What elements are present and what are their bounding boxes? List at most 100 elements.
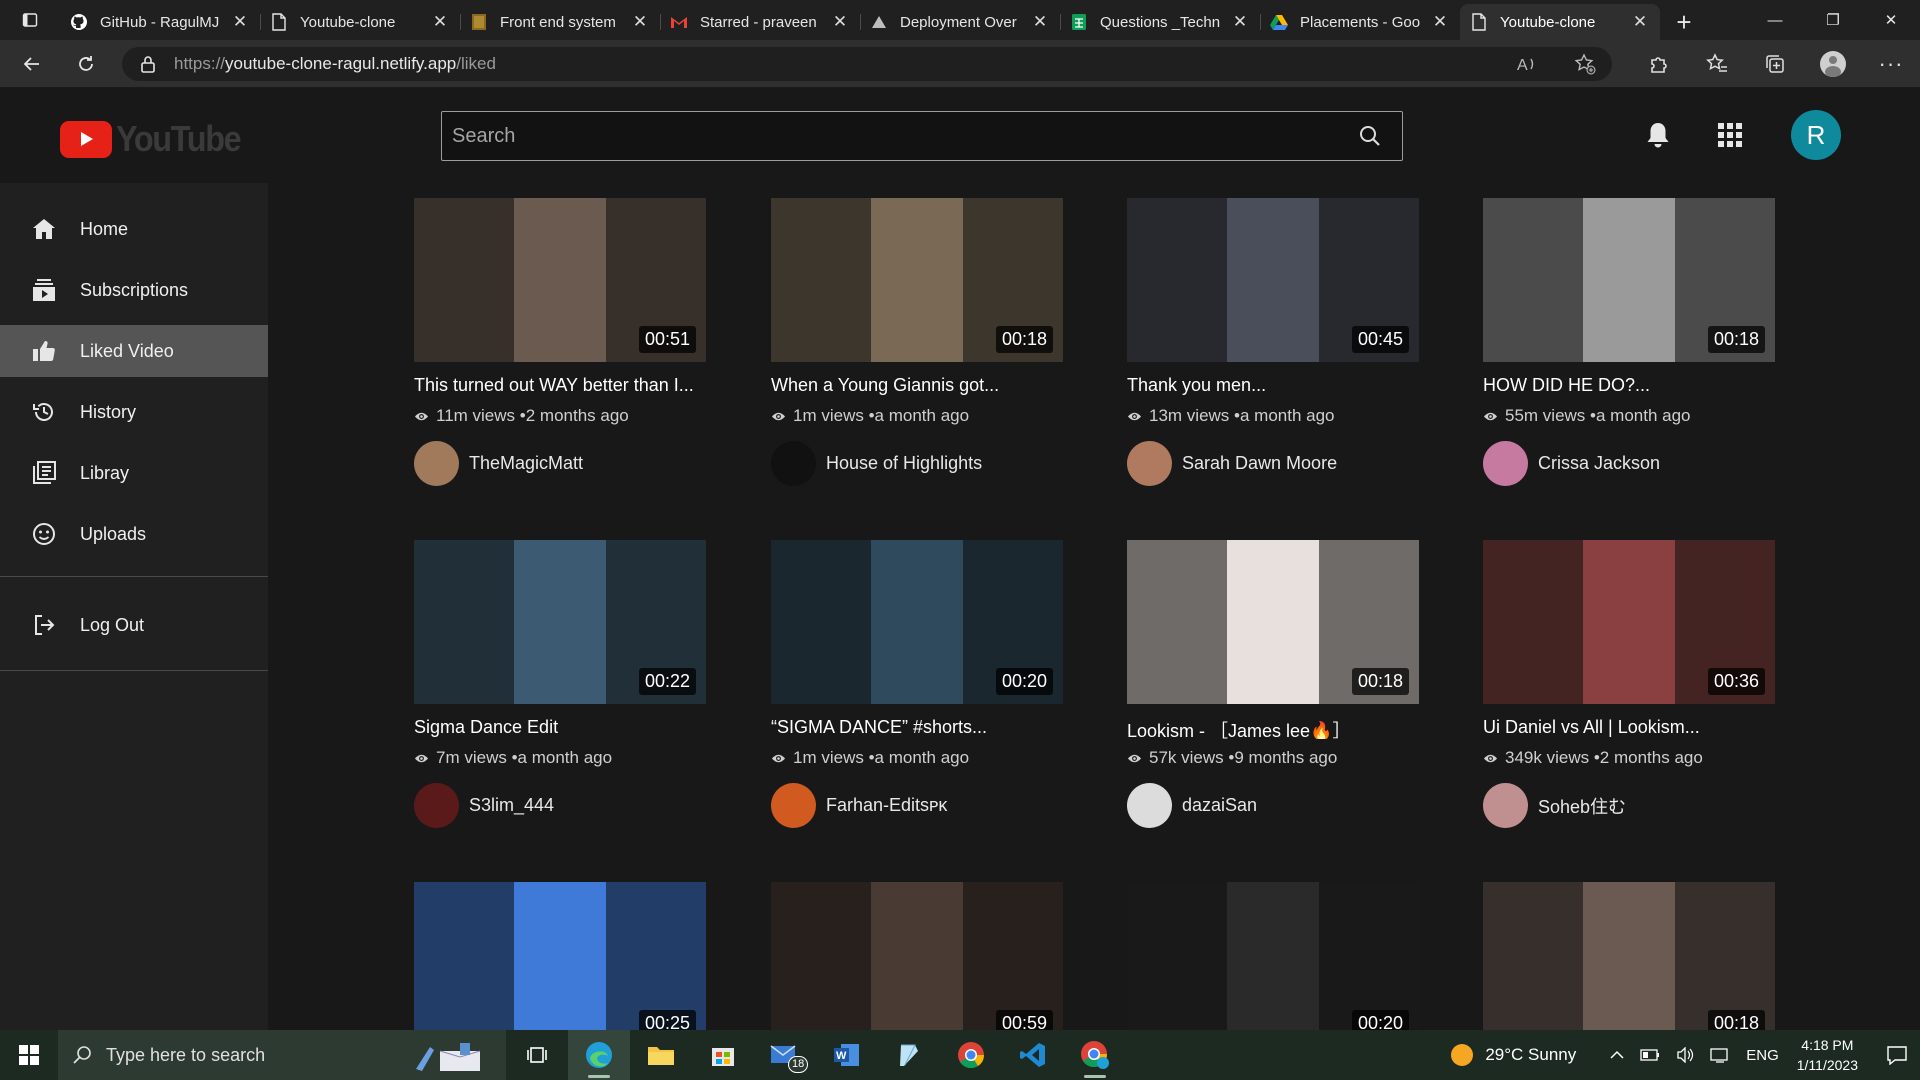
- browser-tab[interactable]: Youtube-clone ✕: [1460, 4, 1660, 40]
- video-card[interactable]: 00:45 Thank you men... 13m views •a month …: [1127, 198, 1419, 486]
- language-indicator[interactable]: ENG: [1746, 1047, 1779, 1064]
- taskbar-word[interactable]: W: [816, 1030, 878, 1080]
- channel-row[interactable]: Soheb住む: [1483, 783, 1775, 828]
- video-thumbnail[interactable]: 00:51: [414, 198, 706, 362]
- close-window-button[interactable]: ✕: [1862, 0, 1920, 40]
- browser-tab[interactable]: Starred - praveen ✕: [660, 4, 860, 40]
- apps-grid-button[interactable]: [1712, 117, 1748, 153]
- sidebar-item-liked-video[interactable]: Liked Video: [0, 325, 268, 377]
- taskbar-mail[interactable]: 18: [754, 1030, 816, 1080]
- browser-tab[interactable]: Youtube-clone ✕: [260, 4, 460, 40]
- channel-row[interactable]: TheMagicMatt: [414, 441, 706, 486]
- browser-tab[interactable]: Front end system ✕: [460, 4, 660, 40]
- tab-close-button[interactable]: ✕: [1430, 12, 1450, 32]
- back-button[interactable]: [8, 44, 56, 84]
- battery-icon[interactable]: [1640, 1049, 1660, 1061]
- extensions-button[interactable]: [1630, 53, 1688, 75]
- video-title[interactable]: When a Young Giannis got...: [771, 375, 1063, 397]
- weather-widget[interactable]: 29°C Sunny: [1451, 1044, 1576, 1066]
- video-title[interactable]: Sigma Dance Edit: [414, 717, 706, 739]
- sidebar-item-history[interactable]: History: [0, 386, 268, 438]
- channel-avatar[interactable]: [414, 783, 459, 828]
- user-avatar[interactable]: R: [1791, 110, 1841, 160]
- video-thumbnail[interactable]: 00:18: [1483, 882, 1775, 1030]
- start-button[interactable]: [0, 1030, 58, 1080]
- channel-name[interactable]: Soheb住む: [1538, 793, 1626, 819]
- video-card[interactable]: 00:25: [414, 882, 706, 1030]
- taskbar-vscode[interactable]: [1002, 1030, 1064, 1080]
- video-card[interactable]: 00:18 Lookism - ［James lee🔥］ 57k views •9 …: [1127, 540, 1419, 828]
- video-title[interactable]: Thank you men...: [1127, 375, 1419, 397]
- channel-row[interactable]: dazaiSan: [1127, 783, 1419, 828]
- browser-tab[interactable]: GitHub - RagulMJ ✕: [60, 4, 260, 40]
- tab-close-button[interactable]: ✕: [1030, 12, 1050, 32]
- video-thumbnail[interactable]: 00:20: [771, 540, 1063, 704]
- taskbar-file-explorer[interactable]: [630, 1030, 692, 1080]
- notification-center-button[interactable]: [1874, 1045, 1920, 1065]
- channel-avatar[interactable]: [771, 783, 816, 828]
- search-input[interactable]: [442, 112, 1322, 160]
- chevron-up-icon[interactable]: [1610, 1050, 1624, 1060]
- tab-close-button[interactable]: ✕: [830, 12, 850, 32]
- video-card[interactable]: 00:59: [771, 882, 1063, 1030]
- channel-avatar[interactable]: [414, 441, 459, 486]
- video-title[interactable]: “SIGMA DANCE” #shorts...: [771, 717, 1063, 739]
- volume-icon[interactable]: [1676, 1047, 1694, 1063]
- video-title[interactable]: Ui Daniel vs All | Lookism...: [1483, 717, 1775, 739]
- tab-close-button[interactable]: ✕: [230, 12, 250, 32]
- sidebar-item-uploads[interactable]: Uploads: [0, 508, 268, 560]
- channel-name[interactable]: dazaiSan: [1182, 795, 1257, 816]
- sidebar-item-home[interactable]: Home: [0, 203, 268, 255]
- video-thumbnail[interactable]: 00:22: [414, 540, 706, 704]
- channel-name[interactable]: S3lim_444: [469, 795, 554, 816]
- youtube-logo[interactable]: YouTube: [60, 118, 254, 160]
- settings-more-button[interactable]: ···: [1862, 51, 1920, 77]
- taskbar-chrome[interactable]: [940, 1030, 1002, 1080]
- channel-row[interactable]: Sarah Dawn Moore: [1127, 441, 1419, 486]
- network-icon[interactable]: [1710, 1047, 1730, 1063]
- browser-tab[interactable]: Placements - Goo ✕: [1260, 4, 1460, 40]
- video-title[interactable]: This turned out WAY better than I...: [414, 375, 706, 397]
- url-field[interactable]: https://youtube-clone-ragul.netlify.app /…: [122, 46, 1612, 81]
- channel-name[interactable]: House of Highlights: [826, 453, 982, 474]
- taskbar-search[interactable]: Type here to search: [58, 1030, 506, 1080]
- tab-close-button[interactable]: ✕: [630, 12, 650, 32]
- video-card[interactable]: 00:18: [1483, 882, 1775, 1030]
- notifications-button[interactable]: [1640, 117, 1676, 153]
- video-card[interactable]: 00:20 “SIGMA DANCE” #shorts... 1m views •a…: [771, 540, 1063, 828]
- video-thumbnail[interactable]: 00:45: [1127, 198, 1419, 362]
- channel-name[interactable]: Sarah Dawn Moore: [1182, 453, 1337, 474]
- favorites-button[interactable]: [1688, 53, 1746, 75]
- add-favorite-button[interactable]: [1556, 53, 1614, 75]
- read-aloud-button[interactable]: A: [1498, 55, 1556, 73]
- video-title[interactable]: Lookism - ［James lee🔥］: [1127, 717, 1419, 739]
- channel-row[interactable]: S3lim_444: [414, 783, 706, 828]
- taskbar-notepad[interactable]: [878, 1030, 940, 1080]
- tab-actions-button[interactable]: [0, 0, 60, 40]
- tab-close-button[interactable]: ✕: [1230, 12, 1250, 32]
- search-button[interactable]: [1358, 124, 1384, 150]
- minimize-button[interactable]: —: [1746, 0, 1804, 40]
- sidebar-item-libray[interactable]: Libray: [0, 447, 268, 499]
- channel-avatar[interactable]: [1127, 783, 1172, 828]
- video-card[interactable]: 00:51 This turned out WAY better than I..…: [414, 198, 706, 486]
- channel-name[interactable]: TheMagicMatt: [469, 453, 583, 474]
- channel-avatar[interactable]: [771, 441, 816, 486]
- video-thumbnail[interactable]: 00:25: [414, 882, 706, 1030]
- channel-avatar[interactable]: [1127, 441, 1172, 486]
- browser-tab[interactable]: Questions _Techn ✕: [1060, 4, 1260, 40]
- browser-tab[interactable]: Deployment Over ✕: [860, 4, 1060, 40]
- video-card[interactable]: 00:18 When a Young Giannis got... 1m views…: [771, 198, 1063, 486]
- tab-close-button[interactable]: ✕: [1630, 12, 1650, 32]
- video-thumbnail[interactable]: 00:36: [1483, 540, 1775, 704]
- sidebar-item-subscriptions[interactable]: Subscriptions: [0, 264, 268, 316]
- profile-button[interactable]: [1804, 51, 1862, 77]
- channel-row[interactable]: Crissa Jackson: [1483, 441, 1775, 486]
- taskbar-edge[interactable]: [568, 1030, 630, 1080]
- video-thumbnail[interactable]: 00:18: [1483, 198, 1775, 362]
- tab-close-button[interactable]: ✕: [430, 12, 450, 32]
- video-thumbnail[interactable]: 00:18: [1127, 540, 1419, 704]
- channel-row[interactable]: Farhan-Editsᴘᴋ: [771, 783, 1063, 828]
- channel-row[interactable]: House of Highlights: [771, 441, 1063, 486]
- task-view-button[interactable]: [506, 1030, 568, 1080]
